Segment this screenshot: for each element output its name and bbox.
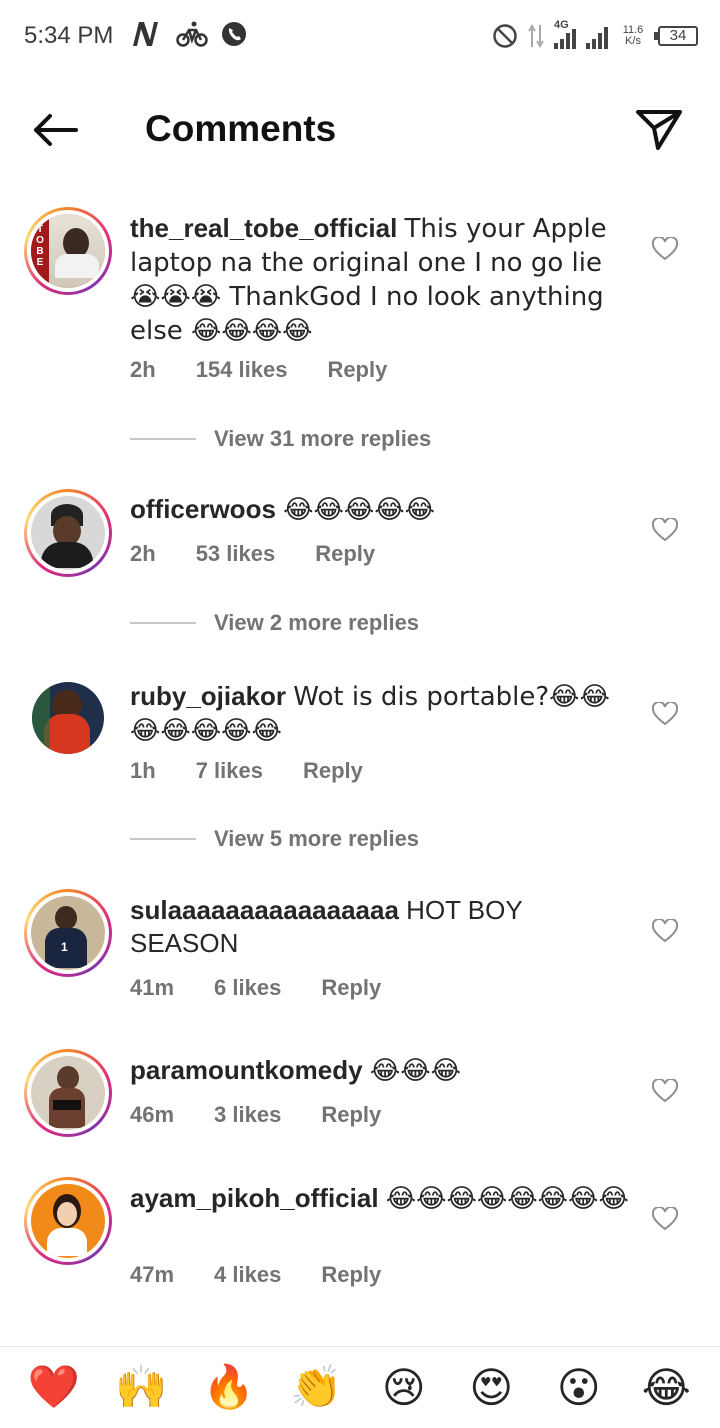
comment-meta: 46m 3 likes Reply: [130, 1102, 421, 1128]
divider: [130, 622, 196, 624]
comment-time: 2h: [130, 541, 156, 566]
network-speed: 11.6 K/s: [622, 24, 644, 47]
comment-time: 1h: [130, 758, 156, 783]
reaction-wow-icon[interactable]: 😮: [551, 1360, 607, 1416]
comment-time: 41m: [130, 975, 175, 1000]
comment-username[interactable]: ayam_pikoh_official: [130, 1183, 379, 1213]
comment-username[interactable]: the_real_tobe_official: [130, 213, 397, 243]
page-title: Comments: [145, 108, 337, 149]
like-heart-icon[interactable]: [652, 702, 678, 726]
back-button[interactable]: [28, 108, 84, 152]
comment-likes[interactable]: 154 likes: [196, 357, 288, 383]
divider: [130, 838, 196, 840]
comment-time: 46m: [130, 1102, 175, 1127]
comment-meta: 2h 53 likes Reply: [130, 541, 415, 567]
status-time: 5:34 PM: [24, 22, 114, 49]
avatar[interactable]: [24, 489, 112, 577]
whatsapp-notification-icon: [220, 20, 248, 50]
comment-likes[interactable]: 7 likes: [196, 758, 263, 784]
comment-meta: 41m 6 likes Reply: [130, 975, 421, 1001]
avatar[interactable]: TOBE: [24, 207, 112, 295]
like-heart-icon[interactable]: [652, 1079, 678, 1103]
comment-meta: 1h 7 likes Reply: [130, 758, 403, 784]
comment-meta: 2h 154 likes Reply: [130, 357, 427, 383]
comment-likes[interactable]: 6 likes: [214, 975, 281, 1001]
reply-button[interactable]: Reply: [321, 975, 381, 1001]
comment-likes[interactable]: 53 likes: [196, 541, 276, 567]
comments-header: Comments: [0, 90, 720, 170]
like-heart-icon[interactable]: [652, 919, 678, 943]
signal-bars-icon: [586, 23, 608, 49]
data-transfer-icon: [528, 24, 544, 48]
comment-time: 2h: [130, 357, 156, 382]
comment-username[interactable]: sulaaaaaaaaaaaaaaaa: [130, 895, 399, 925]
reaction-crying-icon[interactable]: 😢: [376, 1360, 432, 1416]
comment-likes[interactable]: 4 likes: [214, 1262, 281, 1288]
reaction-raised-hands-icon[interactable]: 🙌: [113, 1360, 169, 1416]
comment-text: officerwoos 😂😂😂😂😂: [130, 494, 436, 525]
signal-4g-icon: 4G: [554, 19, 576, 49]
paper-plane-icon: [636, 110, 682, 150]
view-more-replies[interactable]: View 31 more replies: [130, 426, 431, 452]
battery-icon: 34: [654, 26, 698, 46]
like-heart-icon[interactable]: [652, 518, 678, 542]
comment-text: paramountkomedy 😂😂😂: [130, 1055, 461, 1086]
back-arrow-icon: [34, 114, 78, 146]
bike-notification-icon: [176, 20, 208, 50]
comment-username[interactable]: paramountkomedy: [130, 1055, 363, 1085]
reply-button[interactable]: Reply: [327, 357, 387, 383]
like-heart-icon[interactable]: [652, 237, 678, 261]
avatar[interactable]: [32, 682, 104, 754]
reply-button[interactable]: Reply: [303, 758, 363, 784]
like-heart-icon[interactable]: [652, 1207, 678, 1231]
avatar[interactable]: [24, 1049, 112, 1137]
comment-time: 47m: [130, 1262, 175, 1287]
comment-text: ruby_ojiakor Wot is dis portable?😂😂😂😂😂😂😂: [130, 681, 610, 746]
share-button[interactable]: [634, 104, 684, 154]
view-more-replies[interactable]: View 2 more replies: [130, 610, 419, 636]
comment-text: ayam_pikoh_official 😂😂😂😂😂😂😂😂: [130, 1183, 629, 1214]
reply-button[interactable]: Reply: [315, 541, 375, 567]
reply-button[interactable]: Reply: [321, 1262, 381, 1288]
status-bar: 5:34 PM 4G 11.6 K/s 34: [0, 0, 720, 72]
divider: [130, 438, 196, 440]
comment-meta: 47m 4 likes Reply: [130, 1262, 421, 1288]
status-indicators: 4G 11.6 K/s 34: [492, 18, 698, 54]
avatar[interactable]: [24, 1177, 112, 1265]
netflix-notification-icon: [130, 20, 160, 50]
reaction-fire-icon[interactable]: 🔥: [201, 1360, 257, 1416]
view-more-replies[interactable]: View 5 more replies: [130, 826, 419, 852]
comment-username[interactable]: officerwoos: [130, 494, 276, 524]
comment-text: sulaaaaaaaaaaaaaaaa HOT BOY SEASON: [130, 895, 523, 958]
reply-button[interactable]: Reply: [321, 1102, 381, 1128]
comment-username[interactable]: ruby_ojiakor: [130, 681, 286, 711]
avatar[interactable]: 1: [24, 889, 112, 977]
reaction-clap-icon[interactable]: 👏: [288, 1360, 344, 1416]
comment-text: the_real_tobe_official This your Apple l…: [130, 213, 607, 346]
reaction-laugh-icon[interactable]: 😂: [638, 1360, 694, 1416]
reaction-heart-icon[interactable]: ❤️: [26, 1360, 82, 1416]
comment-likes[interactable]: 3 likes: [214, 1102, 281, 1128]
reaction-heart-eyes-icon[interactable]: 😍: [463, 1360, 519, 1416]
emoji-reaction-bar: ❤️ 🙌 🔥 👏 😢 😍 😮 😂: [0, 1346, 720, 1428]
dnd-icon: [493, 24, 517, 48]
